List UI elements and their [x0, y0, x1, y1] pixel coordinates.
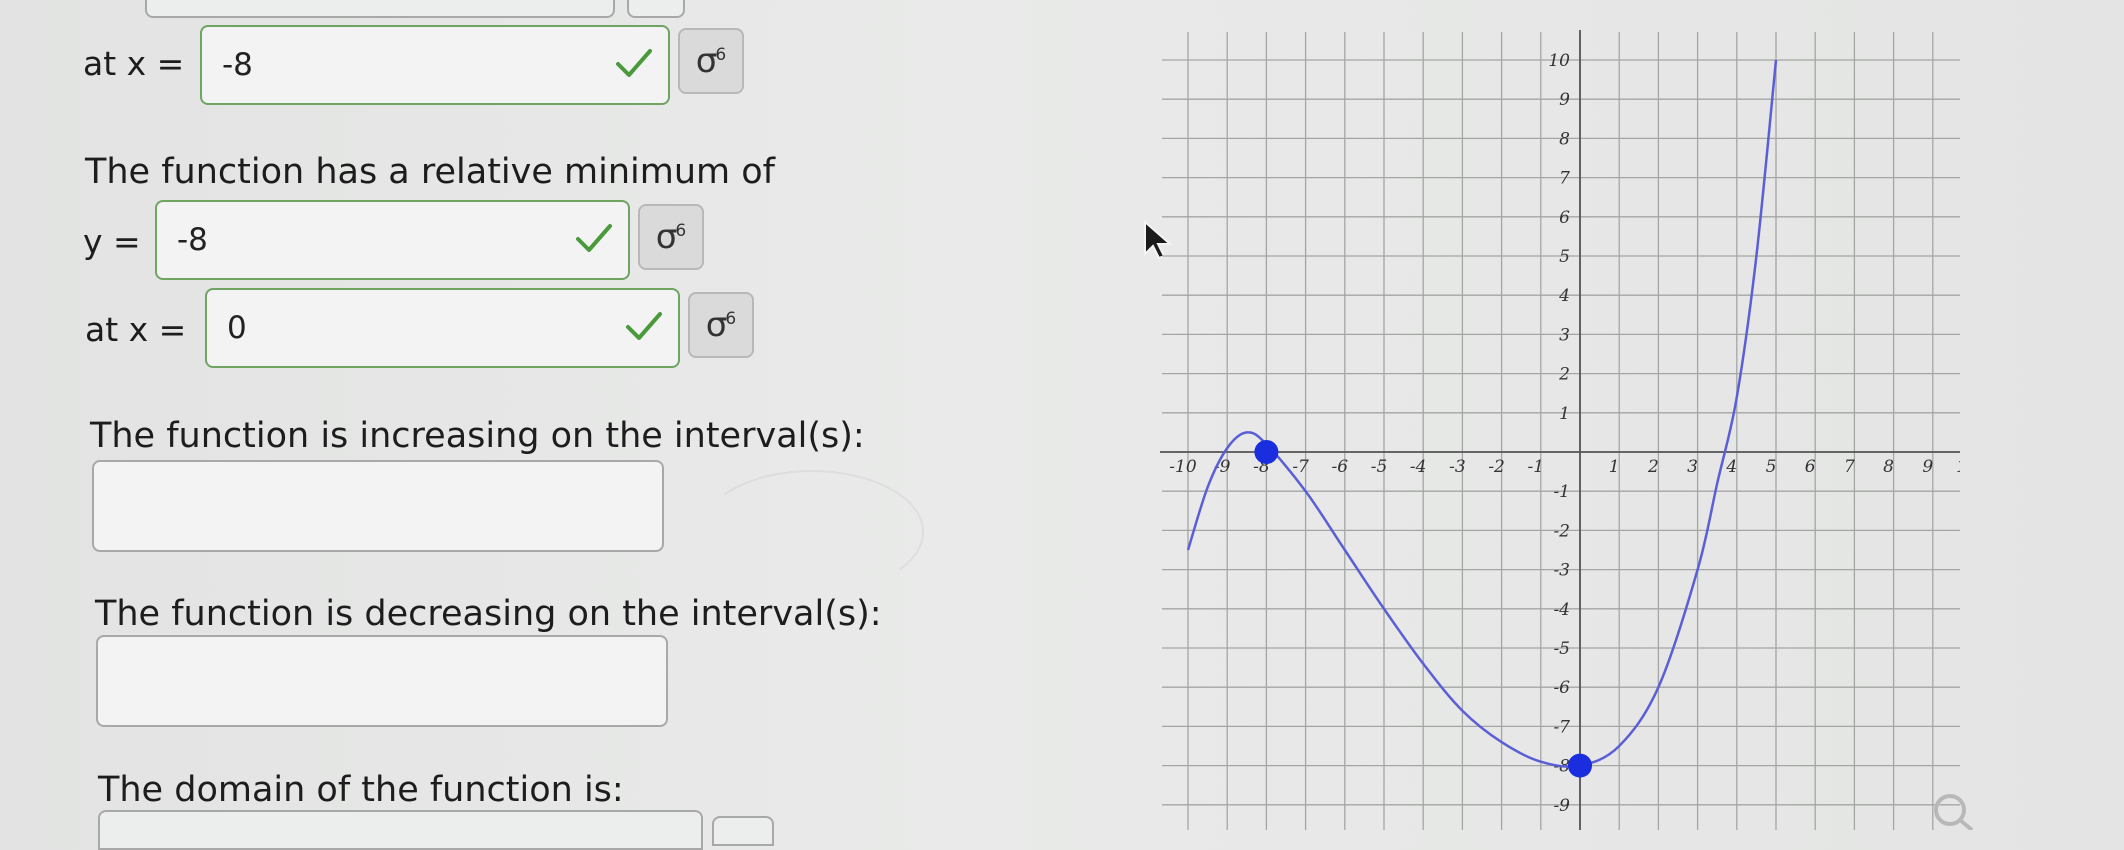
x-tick-label: 4	[1725, 457, 1737, 477]
y-tick-label: -3	[1553, 561, 1570, 581]
max-x-input[interactable]: -8	[200, 25, 670, 105]
y-tick-label: 8	[1559, 129, 1570, 149]
check-icon	[624, 309, 664, 347]
x-tick-label: -1	[1528, 457, 1545, 477]
y-tick-label: 4	[1558, 286, 1570, 306]
sigma-icon: σ6	[695, 41, 727, 81]
x-tick-label: 8	[1883, 457, 1894, 477]
check-icon	[614, 46, 654, 84]
min-y-value: -8	[177, 222, 208, 258]
y-tick-label: 1	[1559, 404, 1570, 424]
y-tick-label: -6	[1553, 678, 1570, 698]
y-tick-label: -7	[1553, 717, 1570, 737]
min-y-label: y =	[83, 222, 141, 261]
function-graph: -10-9-8-7-6-5-4-3-2-112345678910 1098765…	[1160, 30, 1960, 830]
min-y-input[interactable]: -8	[155, 200, 630, 280]
x-tick-label: 6	[1805, 457, 1816, 477]
sigma-icon: σ6	[655, 217, 687, 257]
min-x-value: 0	[227, 310, 247, 346]
decreasing-input[interactable]	[96, 635, 668, 727]
y-tick-label: -2	[1553, 521, 1570, 541]
graph-axes	[1160, 30, 1960, 830]
x-tick-label: 10	[1956, 457, 1960, 477]
x-tick-label: 2	[1647, 457, 1659, 477]
y-tick-label: -5	[1553, 639, 1570, 659]
max-x-value: -8	[222, 47, 253, 83]
sigma-icon: σ6	[705, 305, 737, 345]
x-tick-label: -4	[1410, 457, 1427, 477]
math-tool-button[interactable]: σ6	[638, 204, 704, 270]
graph-point	[1568, 753, 1592, 778]
y-tick-label: 7	[1559, 169, 1570, 189]
x-tick-label: -3	[1449, 457, 1466, 477]
y-tick-label: 5	[1559, 247, 1570, 267]
previous-answer-field[interactable]	[145, 0, 615, 18]
x-tick-label: -10	[1169, 457, 1197, 477]
decorative-glare	[700, 470, 924, 594]
y-tick-label: 10	[1548, 51, 1570, 71]
increasing-input[interactable]	[92, 460, 664, 552]
math-tool-button[interactable]: σ6	[678, 28, 744, 94]
x-tick-label: 3	[1687, 457, 1698, 477]
y-tick-label: 6	[1559, 208, 1570, 228]
decreasing-question: The function is decreasing on the interv…	[95, 594, 882, 634]
y-tick-label: -4	[1553, 600, 1570, 620]
y-tick-label: -9	[1553, 796, 1570, 816]
graph-grid	[1162, 32, 1960, 830]
x-tick-label: 9	[1922, 457, 1933, 477]
y-tick-label: 9	[1559, 90, 1570, 110]
increasing-question: The function is increasing on the interv…	[90, 416, 865, 456]
check-icon	[574, 221, 614, 259]
min-x-label: at x =	[85, 310, 187, 349]
x-tick-label: -2	[1488, 457, 1505, 477]
y-tick-labels: 10987654321-1-2-3-4-5-6-7-8-9-10	[1548, 51, 1570, 816]
min-x-input[interactable]: 0	[205, 288, 680, 368]
max-x-label: at x =	[83, 44, 185, 83]
domain-question: The domain of the function is:	[98, 770, 624, 810]
x-tick-label: -5	[1371, 457, 1388, 477]
min-heading: The function has a relative minimum of	[85, 152, 775, 192]
x-tick-label: -7	[1292, 457, 1309, 477]
domain-input[interactable]	[98, 810, 703, 850]
x-tick-label: 7	[1844, 457, 1855, 477]
x-tick-label: 1	[1609, 457, 1620, 477]
search-icon[interactable]	[1928, 784, 1978, 834]
previous-tool-button[interactable]	[627, 0, 685, 18]
y-tick-label: 2	[1558, 365, 1570, 385]
domain-tool-button[interactable]	[712, 816, 774, 846]
x-tick-label: 5	[1766, 457, 1777, 477]
y-tick-label: -1	[1553, 482, 1570, 502]
x-tick-label: -6	[1332, 457, 1349, 477]
graph-point	[1254, 440, 1279, 464]
y-tick-label: 3	[1559, 325, 1570, 345]
math-tool-button[interactable]: σ6	[688, 292, 754, 358]
